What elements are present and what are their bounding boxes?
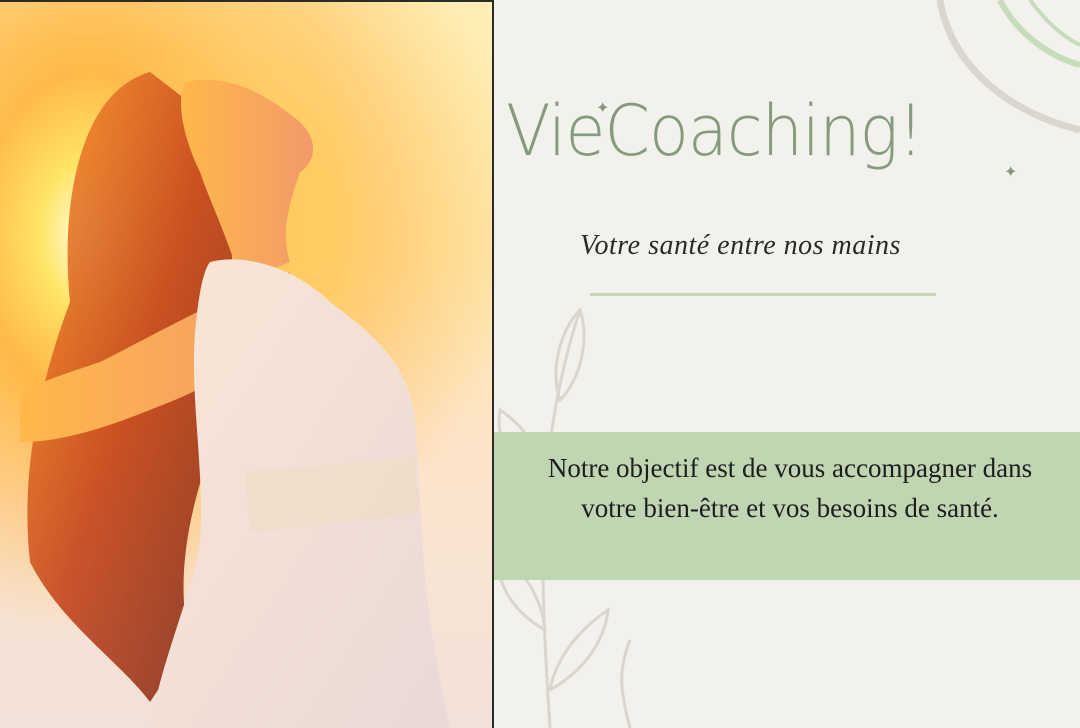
hero-photo	[0, 0, 494, 728]
sparkle-icon: ✦	[1004, 162, 1018, 181]
woman-in-sunlight-illustration	[0, 2, 492, 728]
sparkle-icon: ✦	[596, 98, 610, 117]
brand-title: VieCoaching!	[506, 90, 924, 172]
arc-decoration	[936, 0, 1080, 134]
mission-statement: Notre objectif est de vous accompagner d…	[547, 453, 1033, 523]
divider	[590, 293, 936, 296]
tagline: Votre santé entre nos mains	[580, 230, 901, 261]
